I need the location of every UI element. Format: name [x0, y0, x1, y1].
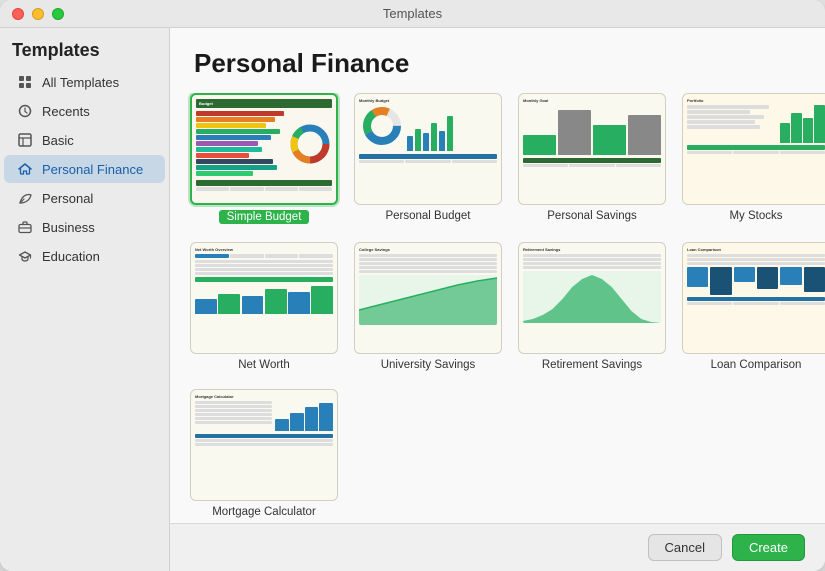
template-loan-comparison[interactable]: Loan Comparison	[682, 242, 825, 371]
sidebar-item-all-templates-label: All Templates	[42, 75, 119, 90]
template-personal-savings[interactable]: Monthly Goal	[518, 93, 666, 224]
template-personal-savings-thumb: Monthly Goal	[518, 93, 666, 205]
sidebar-item-education-label: Education	[42, 249, 100, 264]
sidebar-item-personal-finance-label: Personal Finance	[42, 162, 143, 177]
template-loan-comparison-thumb: Loan Comparison	[682, 242, 825, 354]
template-simple-budget-label: Simple Budget	[219, 210, 310, 224]
template-loan-comparison-label: Loan Comparison	[711, 359, 802, 371]
titlebar: Templates	[0, 0, 825, 28]
sidebar-item-recents[interactable]: Recents	[4, 97, 165, 125]
page-title: Personal Finance	[194, 48, 801, 79]
clock-icon	[16, 102, 34, 120]
template-retirement-savings[interactable]: Retirement Savings	[518, 242, 666, 371]
house-icon	[16, 160, 34, 178]
template-simple-budget[interactable]: Budget	[190, 93, 338, 224]
sidebar-item-all-templates[interactable]: All Templates	[4, 68, 165, 96]
template-my-stocks-label: My Stocks	[729, 210, 782, 222]
sidebar: Templates All Templates	[0, 28, 170, 571]
sidebar-item-recents-label: Recents	[42, 104, 90, 119]
sidebar-item-personal-label: Personal	[42, 191, 93, 206]
template-my-stocks[interactable]: Portfolio	[682, 93, 825, 224]
footer: Cancel Create	[170, 523, 825, 571]
template-university-savings-thumb: College Savings	[354, 242, 502, 354]
template-personal-budget-thumb: Monthly Budget	[354, 93, 502, 205]
template-university-savings[interactable]: College Savings	[354, 242, 502, 371]
briefcase-icon	[16, 218, 34, 236]
create-button[interactable]: Create	[732, 534, 805, 561]
template-net-worth-label: Net Worth	[238, 359, 290, 371]
template-net-worth-thumb: Net Worth Overview	[190, 242, 338, 354]
template-my-stocks-thumb: Portfolio	[682, 93, 825, 205]
main-area: Personal Finance Budget	[170, 28, 825, 571]
sidebar-title: Templates	[0, 36, 169, 67]
template-mortgage-calculator-thumb: Mortgage Calculator	[190, 389, 338, 501]
main-content: Templates All Templates	[0, 28, 825, 571]
template-personal-savings-label: Personal Savings	[547, 210, 637, 222]
sidebar-item-education[interactable]: Education	[4, 242, 165, 270]
sidebar-item-basic[interactable]: Basic	[4, 126, 165, 154]
grid-icon	[16, 73, 34, 91]
template-mortgage-calculator-label: Mortgage Calculator	[212, 506, 316, 518]
template-personal-budget-label: Personal Budget	[385, 210, 470, 222]
sidebar-item-business-label: Business	[42, 220, 95, 235]
cancel-button[interactable]: Cancel	[648, 534, 722, 561]
window-title: Templates	[12, 6, 813, 21]
template-net-worth[interactable]: Net Worth Overview	[190, 242, 338, 371]
template-retirement-savings-thumb: Retirement Savings	[518, 242, 666, 354]
template-retirement-savings-label: Retirement Savings	[542, 359, 642, 371]
app-window: Templates Templates All Templates	[0, 0, 825, 571]
template-simple-budget-thumb: Budget	[190, 93, 338, 205]
sidebar-item-personal-finance[interactable]: Personal Finance	[4, 155, 165, 183]
template-personal-budget[interactable]: Monthly Budget	[354, 93, 502, 224]
table-icon	[16, 131, 34, 149]
templates-grid: Budget	[170, 93, 825, 523]
sidebar-item-personal[interactable]: Personal	[4, 184, 165, 212]
template-mortgage-calculator[interactable]: Mortgage Calculator	[190, 389, 338, 518]
section-header: Personal Finance	[170, 28, 825, 93]
template-university-savings-label: University Savings	[381, 359, 476, 371]
sidebar-item-basic-label: Basic	[42, 133, 74, 148]
graduation-icon	[16, 247, 34, 265]
leaf-icon	[16, 189, 34, 207]
sidebar-item-business[interactable]: Business	[4, 213, 165, 241]
